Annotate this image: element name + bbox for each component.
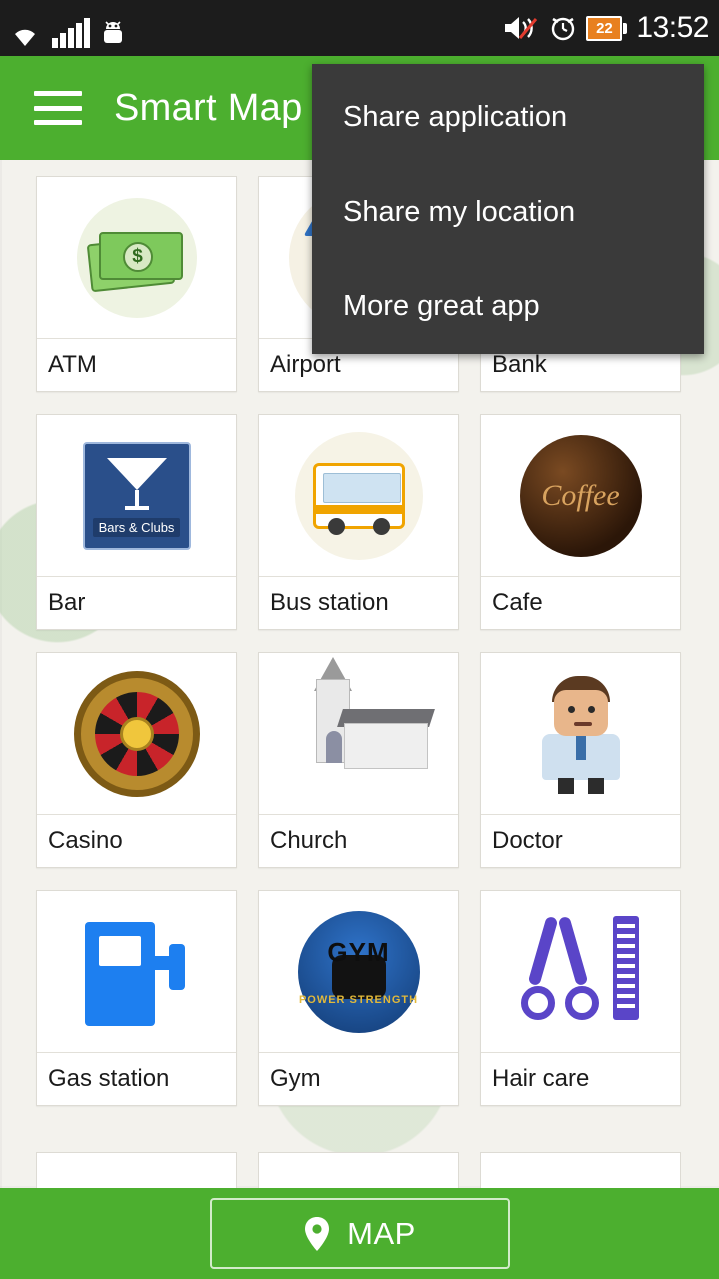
map-button[interactable]: MAP [209,1198,510,1269]
status-bar-right-icons: 22 13:52 [502,11,709,45]
coffee-icon: Coffee [519,434,642,557]
hamburger-menu-icon[interactable] [34,91,82,125]
status-bar-left-icons [8,8,126,48]
fuel-pump-icon [77,916,197,1028]
category-label: Gym [259,1052,458,1105]
battery-cap [623,22,628,34]
cocktail-icon: Bars & Clubs [82,441,191,550]
category-cell-gym[interactable]: GYM POWER STRENGTH Gym [258,890,459,1106]
map-button-label: MAP [347,1215,416,1251]
map-pin-icon [303,1216,331,1252]
church-icon [284,656,435,799]
category-cell-cafe[interactable]: Coffee Cafe [480,414,681,630]
overflow-menu: Share application Share my location More… [312,64,704,354]
category-label: Casino [37,814,236,867]
category-cell-atm[interactable]: $ ATM [36,176,237,392]
status-bar: 22 13:52 [0,0,719,56]
menu-item-label: Share my location [343,195,576,228]
android-robot-icon [100,20,126,48]
gym-tile-subtext: POWER STRENGTH [298,994,419,1006]
volume-muted-icon [502,14,540,42]
app-root: 22 13:52 Smart Map $ ATM Airport Bank Ba… [0,0,719,1279]
roulette-icon [73,670,200,797]
gym-icon: GYM POWER STRENGTH [297,910,420,1033]
menu-item-label: Share application [343,100,568,133]
category-cell-gas-station[interactable]: Gas station [36,890,237,1106]
category-row-partial [36,1152,681,1188]
category-art [37,891,236,1052]
category-art [37,653,236,814]
wifi-icon [8,22,42,48]
doctor-icon [526,674,636,794]
category-art [481,653,680,814]
category-label: Church [259,814,458,867]
category-art: GYM POWER STRENGTH [259,891,458,1052]
menu-item-share-my-location[interactable]: Share my location [312,165,704,260]
category-cell-partial[interactable] [480,1152,681,1188]
category-label: Cafe [481,576,680,629]
menu-item-more-great-app[interactable]: More great app [312,259,704,354]
category-label: Bar [37,576,236,629]
category-cell-doctor[interactable]: Doctor [480,652,681,868]
bar-tile-caption: Bars & Clubs [92,517,181,537]
category-cell-partial[interactable] [36,1152,237,1188]
signal-icon [52,18,90,48]
category-cell-casino[interactable]: Casino [36,652,237,868]
category-label: ATM [37,338,236,391]
category-art [481,891,680,1052]
page-title: Smart Map [114,86,303,129]
gym-tile-text: GYM [327,937,390,967]
coffee-tile-text: Coffee [541,478,620,512]
bus-icon [294,431,423,560]
battery-level-label: 22 [586,15,623,41]
category-cell-church[interactable]: Church [258,652,459,868]
category-label: Gas station [37,1052,236,1105]
category-label: Bus station [259,576,458,629]
category-cell-bar[interactable]: Bars & Clubs Bar [36,414,237,630]
battery-icon: 22 [586,15,628,41]
status-bar-clock: 13:52 [636,11,709,44]
scissors-icon [511,912,651,1032]
menu-item-share-application[interactable]: Share application [312,70,704,165]
category-art: $ [37,177,236,338]
category-cell-bus-station[interactable]: Bus station [258,414,459,630]
category-art [259,415,458,576]
category-cell-hair-care[interactable]: Hair care [480,890,681,1106]
category-label: Doctor [481,814,680,867]
category-cell-partial[interactable] [258,1152,459,1188]
category-art: Coffee [481,415,680,576]
category-art: Bars & Clubs [37,415,236,576]
category-art [259,653,458,814]
money-icon: $ [76,197,197,318]
bottom-bar: MAP [0,1188,719,1279]
category-label: Hair care [481,1052,680,1105]
menu-item-label: More great app [343,290,540,323]
alarm-clock-icon [549,14,577,42]
